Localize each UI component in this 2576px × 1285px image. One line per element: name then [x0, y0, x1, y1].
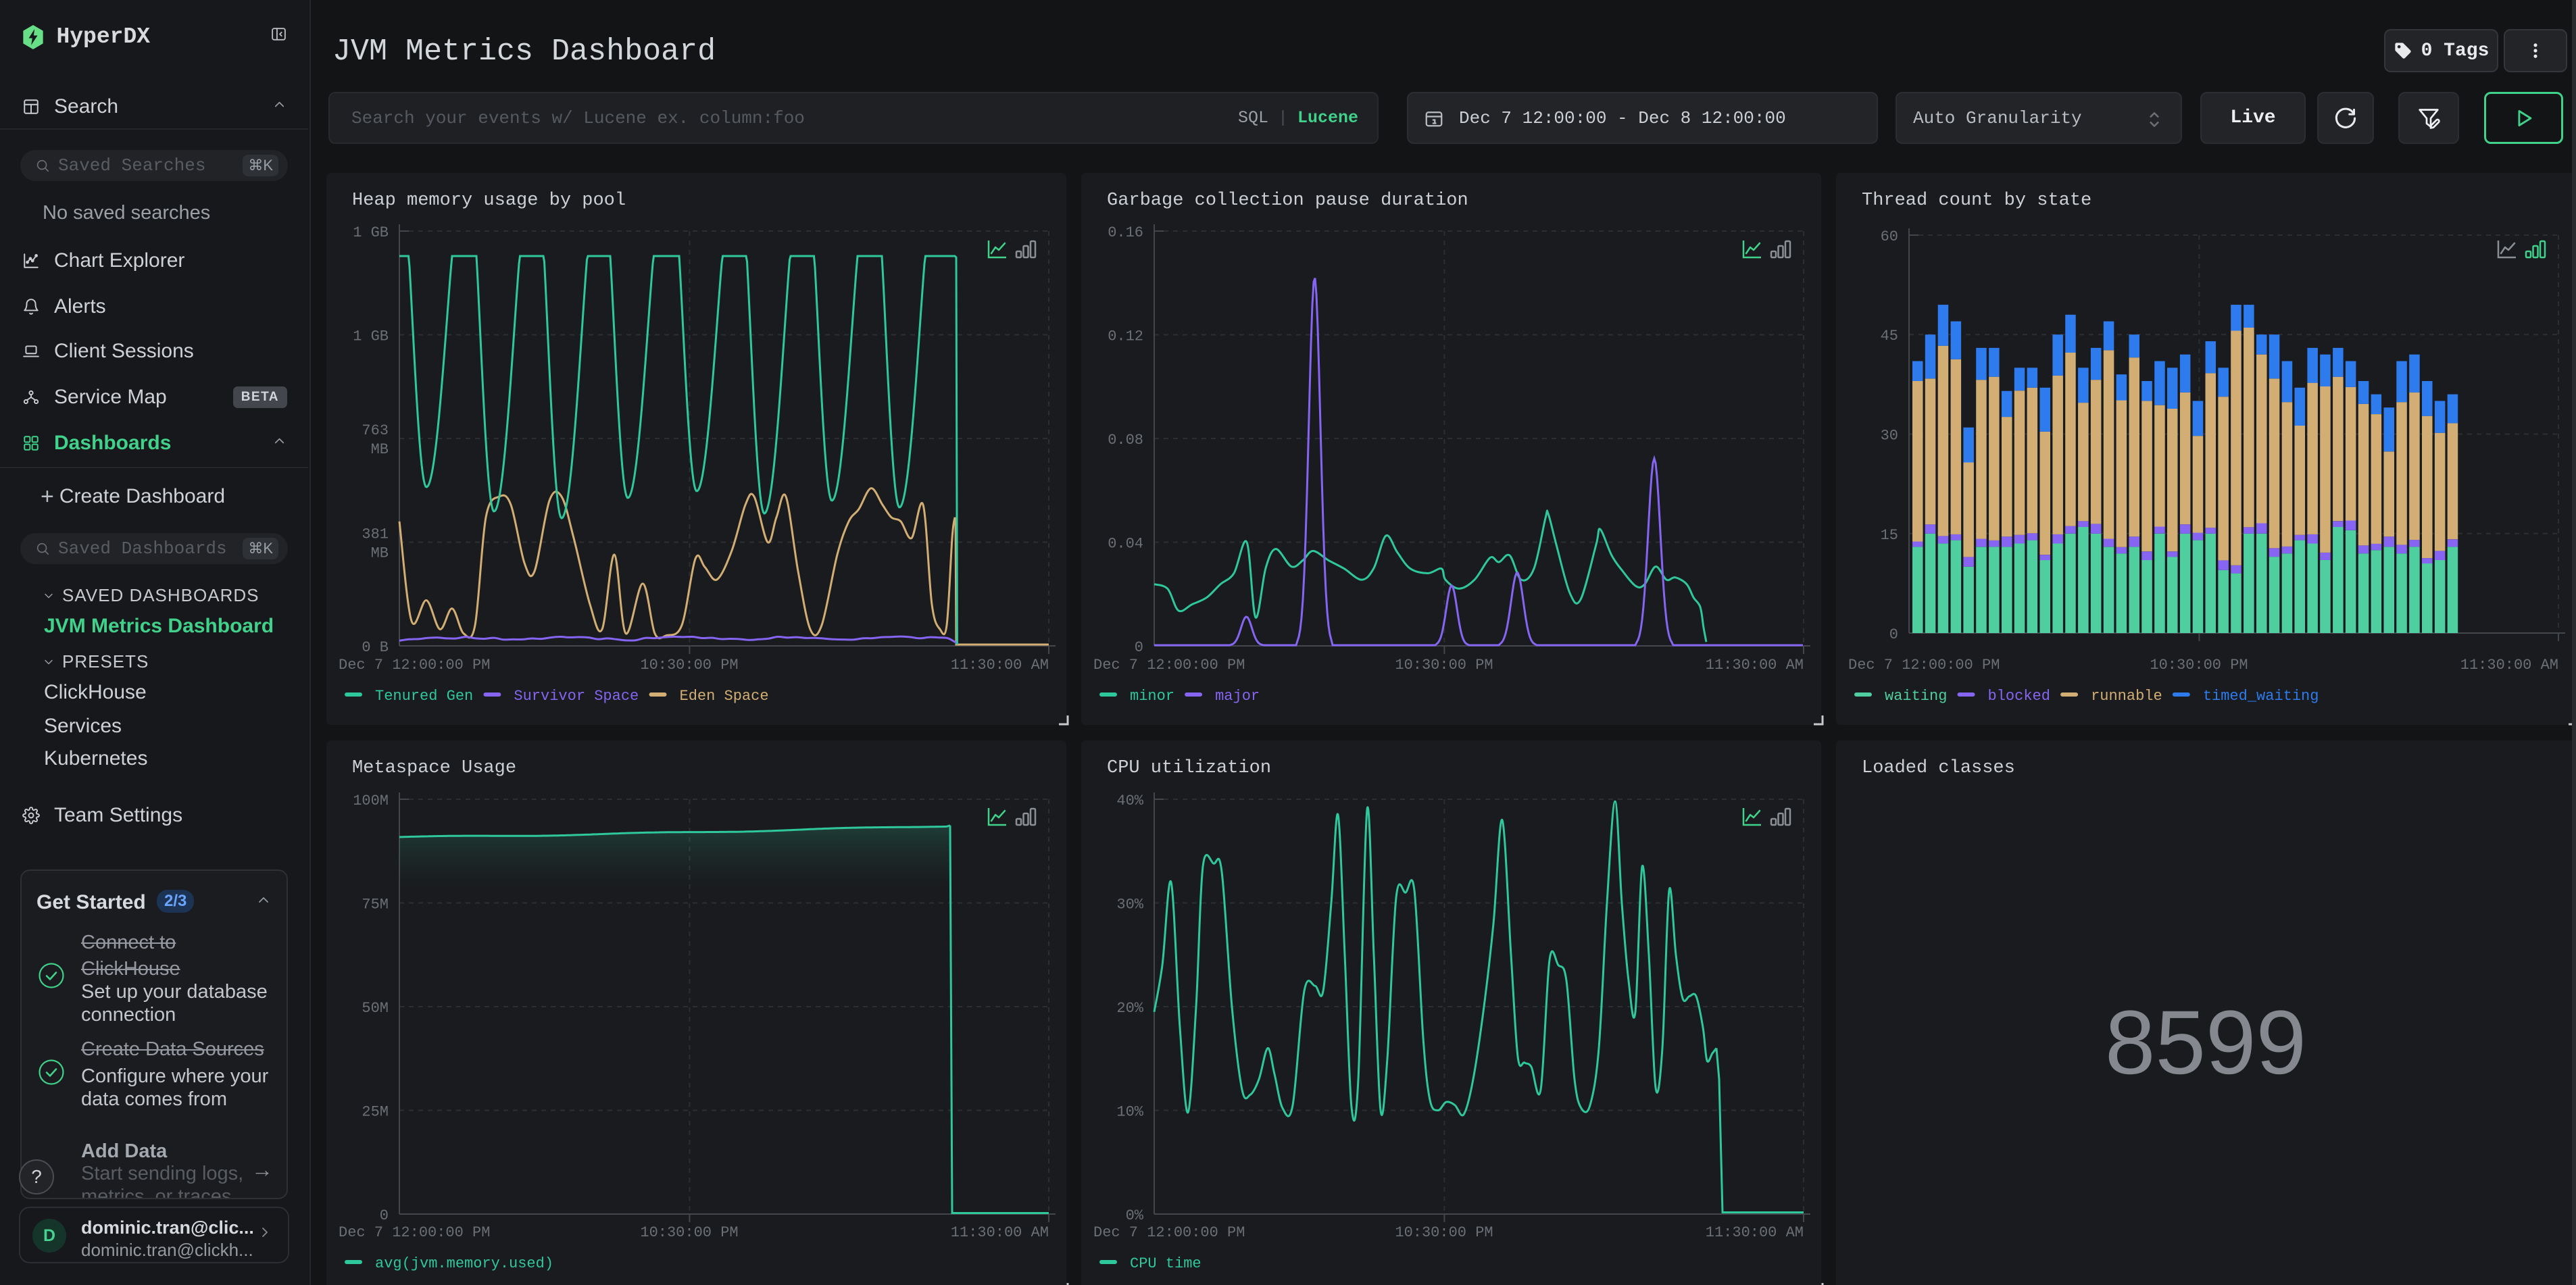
- svg-text:100M: 100M: [353, 792, 389, 809]
- svg-text:45: 45: [1881, 328, 1898, 345]
- svg-text:0: 0: [1889, 626, 1898, 643]
- svg-text:0.16: 0.16: [1108, 224, 1143, 241]
- svg-text:runnable: runnable: [2091, 688, 2162, 705]
- svg-text:25M: 25M: [362, 1104, 389, 1121]
- svg-text:8599: 8599: [2105, 992, 2306, 1093]
- svg-text:75M: 75M: [362, 897, 389, 913]
- svg-text:11:30:00 AM: 11:30:00 AM: [1706, 1224, 1804, 1241]
- svg-text:30: 30: [1881, 428, 1898, 445]
- svg-text:10:30:00 PM: 10:30:00 PM: [640, 657, 738, 674]
- svg-text:0.04: 0.04: [1108, 536, 1143, 553]
- svg-text:11:30:00 AM: 11:30:00 AM: [2460, 657, 2558, 674]
- svg-text:10:30:00 PM: 10:30:00 PM: [2150, 657, 2248, 674]
- svg-text:blocked: blocked: [1988, 688, 2050, 705]
- svg-text:40%: 40%: [1116, 792, 1143, 809]
- svg-text:0: 0: [1135, 639, 1143, 656]
- svg-text:10:30:00 PM: 10:30:00 PM: [1395, 1224, 1493, 1241]
- svg-text:11:30:00 AM: 11:30:00 AM: [1706, 657, 1804, 674]
- svg-text:1 GB: 1 GB: [353, 224, 389, 241]
- svg-text:Eden Space: Eden Space: [680, 688, 769, 705]
- svg-text:major: major: [1215, 688, 1260, 705]
- svg-text:Dec 7 12:00:00 PM: Dec 7 12:00:00 PM: [1093, 1224, 1245, 1241]
- svg-text:0%: 0%: [1126, 1207, 1144, 1224]
- svg-text:0.12: 0.12: [1108, 328, 1143, 345]
- svg-text:timed_waiting: timed_waiting: [2203, 688, 2319, 705]
- svg-text:11:30:00 AM: 11:30:00 AM: [951, 657, 1049, 674]
- svg-text:10%: 10%: [1116, 1104, 1143, 1121]
- svg-text:Dec 7 12:00:00 PM: Dec 7 12:00:00 PM: [1848, 657, 2000, 674]
- svg-text:60: 60: [1881, 228, 1898, 245]
- svg-text:Dec 7 12:00:00 PM: Dec 7 12:00:00 PM: [339, 1224, 490, 1241]
- svg-text:waiting: waiting: [1885, 688, 1947, 705]
- svg-text:15: 15: [1881, 527, 1898, 544]
- svg-text:Tenured Gen: Tenured Gen: [375, 688, 473, 705]
- svg-text:0.08: 0.08: [1108, 432, 1143, 449]
- svg-text:20%: 20%: [1116, 1000, 1143, 1017]
- svg-text:763: 763: [362, 422, 389, 439]
- svg-text:11:30:00 AM: 11:30:00 AM: [951, 1224, 1049, 1241]
- svg-text:10:30:00 PM: 10:30:00 PM: [640, 1224, 738, 1241]
- svg-text:10:30:00 PM: 10:30:00 PM: [1395, 657, 1493, 674]
- svg-text:CPU time: CPU time: [1130, 1255, 1202, 1272]
- svg-text:1 GB: 1 GB: [353, 328, 389, 345]
- svg-text:30%: 30%: [1116, 897, 1143, 913]
- svg-text:MB: MB: [371, 545, 389, 562]
- svg-text:minor: minor: [1130, 688, 1174, 705]
- svg-text:50M: 50M: [362, 1000, 389, 1017]
- svg-text:0 B: 0 B: [362, 639, 389, 656]
- svg-text:Survivor Space: Survivor Space: [514, 688, 639, 705]
- svg-text:Dec 7 12:00:00 PM: Dec 7 12:00:00 PM: [339, 657, 490, 674]
- svg-text:0: 0: [380, 1207, 389, 1224]
- svg-text:MB: MB: [371, 441, 389, 458]
- svg-text:Dec 7 12:00:00 PM: Dec 7 12:00:00 PM: [1093, 657, 1245, 674]
- svg-text:avg(jvm.memory.used): avg(jvm.memory.used): [375, 1255, 553, 1272]
- svg-text:381: 381: [362, 526, 389, 543]
